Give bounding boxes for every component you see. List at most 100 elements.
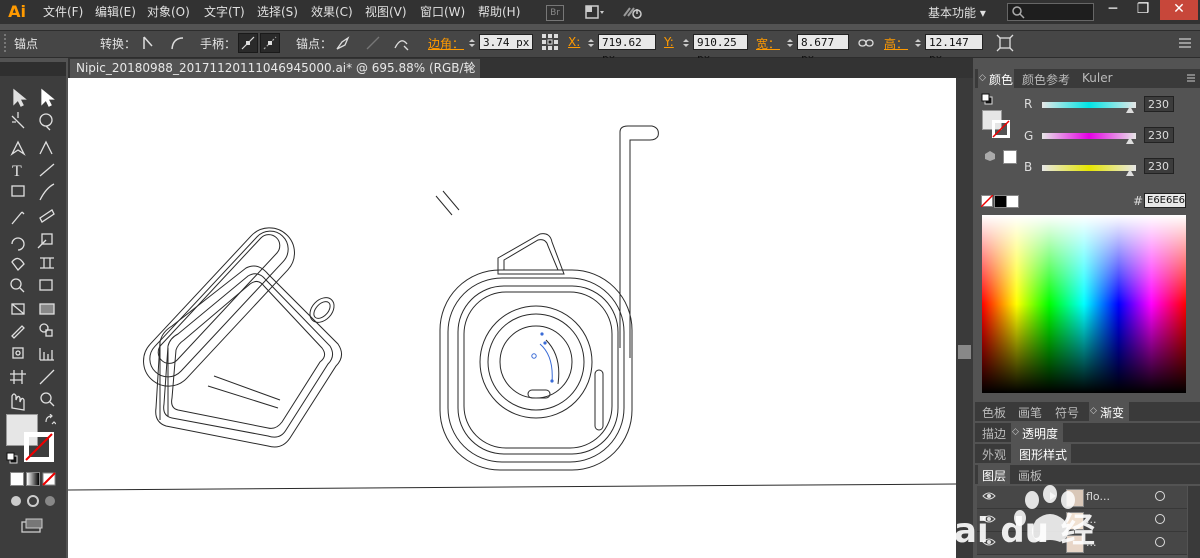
- watermark-text: ai du 经: [954, 511, 1095, 551]
- b-slider[interactable]: [1042, 165, 1136, 171]
- width-input[interactable]: 8.677 px: [797, 34, 849, 65]
- control-bar-grip[interactable]: [4, 34, 9, 52]
- tab-color[interactable]: 颜色: [989, 71, 1013, 88]
- y-label[interactable]: Y:: [664, 35, 674, 49]
- tab-brushes[interactable]: 画笔: [1018, 404, 1042, 421]
- default-colors-icon[interactable]: [981, 93, 993, 105]
- hex-label: #: [1133, 194, 1144, 208]
- app-logo: Ai: [8, 2, 26, 21]
- draw-mode-icons[interactable]: [8, 494, 58, 508]
- anchors-label: 锚点：: [296, 37, 333, 51]
- artboard-canvas[interactable]: [68, 78, 956, 558]
- cut-path-icon[interactable]: [392, 34, 410, 52]
- stepper-icon[interactable]: [468, 38, 476, 48]
- workspace-switcher[interactable]: 基本功能 ▾: [928, 4, 986, 21]
- width-label[interactable]: 宽：: [756, 35, 780, 52]
- tab-appearance[interactable]: 外观: [982, 446, 1006, 463]
- tab-stroke[interactable]: 描边: [982, 425, 1006, 442]
- tab-symbols[interactable]: 符号: [1055, 404, 1079, 421]
- close-tab-button[interactable]: ×: [466, 61, 478, 75]
- link-proportions-icon[interactable]: [857, 34, 875, 52]
- connect-anchors-icon[interactable]: [364, 34, 382, 52]
- web-safe-swatch[interactable]: [1003, 150, 1017, 164]
- close-window-button[interactable]: ✕: [1160, 0, 1198, 20]
- x-label[interactable]: X:: [568, 35, 580, 49]
- out-of-gamut-icon[interactable]: [984, 150, 996, 162]
- stepper-icon[interactable]: [682, 38, 690, 48]
- tab-graphic-styles[interactable]: 图形样式: [1019, 446, 1067, 463]
- scrollbar-thumb[interactable]: [958, 345, 971, 359]
- collapse-icon[interactable]: ◇: [1090, 406, 1097, 416]
- search-help-input[interactable]: [1007, 3, 1094, 21]
- tab-kuler[interactable]: Kuler: [1082, 71, 1113, 85]
- menu-help[interactable]: 帮助(H): [478, 3, 520, 21]
- stroke-swatch[interactable]: [24, 432, 54, 462]
- reference-point-icon[interactable]: [540, 32, 560, 52]
- default-colors-icon[interactable]: [6, 452, 18, 464]
- none-mode-icon[interactable]: [42, 472, 56, 486]
- r-slider-handle[interactable]: [1126, 106, 1134, 113]
- anchor-label: 锚点: [14, 37, 39, 51]
- r-slider[interactable]: [1042, 102, 1136, 108]
- x-position-input[interactable]: 719.62 px: [598, 34, 656, 65]
- y-position-input[interactable]: 910.25 px: [693, 34, 748, 65]
- gradient-mode-icon[interactable]: [26, 472, 40, 486]
- g-slider[interactable]: [1042, 133, 1136, 139]
- swap-colors-icon[interactable]: [44, 414, 56, 426]
- b-value-input[interactable]: 230: [1144, 158, 1174, 174]
- collapse-icon[interactable]: ◇: [979, 73, 986, 83]
- document-tab[interactable]: Nipic_20180988_20171120111046945000.ai* …: [70, 59, 480, 93]
- color-spectrum[interactable]: [982, 215, 1186, 393]
- tab-color-guide[interactable]: 颜色参考: [1022, 71, 1070, 88]
- screen-mode-icon[interactable]: [20, 518, 44, 534]
- svg-text:T: T: [12, 163, 22, 180]
- arrange-documents-icon[interactable]: [585, 4, 605, 20]
- search-icon: [1012, 6, 1025, 19]
- menu-window[interactable]: 窗口(W): [420, 3, 465, 21]
- menu-file[interactable]: 文件(F): [43, 3, 83, 21]
- stepper-icon[interactable]: [587, 38, 595, 48]
- menu-view[interactable]: 视图(V): [365, 3, 407, 21]
- color-mode-icon[interactable]: [10, 472, 24, 486]
- height-input[interactable]: 12.147 px: [925, 34, 983, 65]
- none-swatch[interactable]: [981, 195, 993, 207]
- r-value-input[interactable]: 230: [1144, 96, 1174, 112]
- g-value-input[interactable]: 230: [1144, 127, 1174, 143]
- r-label: R: [1024, 97, 1033, 111]
- corner-radius-input[interactable]: 3.74 px: [479, 34, 533, 50]
- convert-smooth-icon[interactable]: [168, 34, 186, 52]
- stepper-icon[interactable]: [786, 38, 794, 48]
- collapse-icon[interactable]: ◇: [1012, 427, 1019, 437]
- tab-transparency[interactable]: 透明度: [1022, 425, 1058, 442]
- height-label[interactable]: 高：: [884, 35, 908, 52]
- sync-settings-icon[interactable]: [622, 4, 644, 20]
- menu-edit[interactable]: 编辑(E): [95, 3, 136, 21]
- stroke-panel-tabs: [975, 423, 1200, 442]
- panel-stroke-swatch[interactable]: [992, 120, 1010, 138]
- hide-handles-icon[interactable]: [260, 33, 280, 53]
- remove-anchor-icon[interactable]: [334, 34, 352, 52]
- appearance-panel-tabs: [975, 444, 1200, 463]
- hex-value-input[interactable]: E6E6E6: [1144, 193, 1186, 208]
- outline-artwork[interactable]: [68, 78, 956, 558]
- b-slider-handle[interactable]: [1126, 169, 1134, 176]
- tab-swatches[interactable]: 色板: [982, 404, 1006, 421]
- minimize-button[interactable]: ─: [1098, 0, 1128, 20]
- menu-type[interactable]: 文字(T): [204, 3, 245, 21]
- tab-gradient[interactable]: 渐变: [1100, 404, 1124, 421]
- isolate-object-icon[interactable]: [996, 34, 1014, 52]
- tools-panel-header[interactable]: [0, 62, 66, 76]
- stepper-icon[interactable]: [914, 38, 922, 48]
- convert-corner-icon[interactable]: [140, 34, 158, 52]
- show-handles-icon[interactable]: [238, 33, 258, 53]
- g-slider-handle[interactable]: [1126, 137, 1134, 144]
- menu-select[interactable]: 选择(S): [257, 3, 298, 21]
- bridge-icon[interactable]: Br: [546, 5, 564, 21]
- menu-object[interactable]: 对象(O): [147, 3, 190, 21]
- panel-menu-icon[interactable]: [1186, 72, 1196, 84]
- corner-label[interactable]: 边角：: [428, 35, 464, 52]
- restore-button[interactable]: ❐: [1128, 0, 1158, 20]
- white-swatch[interactable]: [1006, 195, 1019, 208]
- menu-effect[interactable]: 效果(C): [311, 3, 353, 21]
- panel-menu-icon[interactable]: [1176, 34, 1194, 52]
